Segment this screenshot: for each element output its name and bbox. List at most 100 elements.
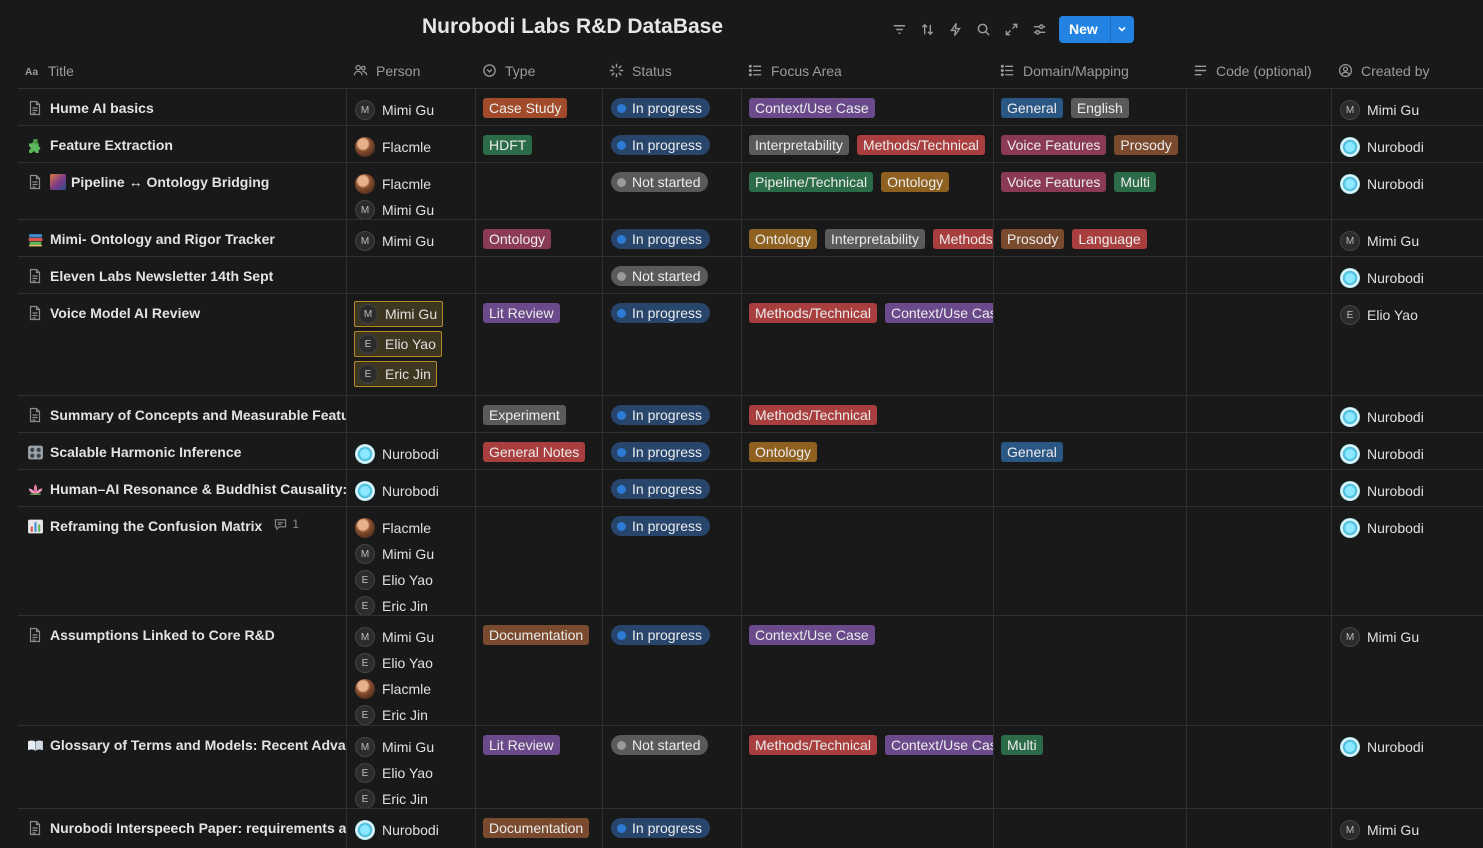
created-by-cell[interactable]: M Mimi Gu	[1331, 809, 1483, 848]
person-chip[interactable]: Nurobodi	[1340, 134, 1483, 160]
status-cell[interactable]: In progress	[602, 89, 741, 125]
created-by-cell[interactable]: Nurobodi	[1331, 433, 1483, 469]
focus-area-cell[interactable]: Ontology	[741, 433, 993, 469]
row-title[interactable]: Human–AI Resonance & Buddhist Causality:…	[50, 480, 346, 498]
status-badge[interactable]: In progress	[611, 479, 711, 499]
person-cell[interactable]: M Mimi Gu	[346, 220, 475, 256]
tag[interactable]: Prosody	[1001, 229, 1065, 249]
domain-mapping-cell[interactable]	[993, 257, 1186, 293]
column-header-domain-mapping[interactable]: Domain/Mapping	[993, 52, 1186, 89]
status-cell[interactable]: In progress	[602, 294, 741, 395]
focus-area-cell[interactable]: Interpretability Methods/Technical	[741, 126, 993, 162]
status-badge[interactable]: In progress	[611, 229, 711, 249]
person-chip[interactable]: E Eric Jin	[355, 593, 475, 615]
tag[interactable]: Pipeline/Technical	[749, 172, 874, 192]
person-chip[interactable]: M Mimi Gu	[1340, 817, 1483, 843]
type-cell[interactable]	[475, 507, 602, 615]
focus-area-cell[interactable]: Pipeline/Technical Ontology	[741, 163, 993, 219]
person-chip[interactable]: M Mimi Gu	[355, 197, 475, 219]
tag[interactable]: Voice Features	[1001, 135, 1107, 155]
column-header-type[interactable]: Type	[475, 52, 602, 89]
person-chip[interactable]: Nurobodi	[1340, 171, 1483, 197]
person-chip[interactable]: M Mimi Gu	[1340, 624, 1483, 650]
person-chip[interactable]: Flacmle	[355, 134, 475, 160]
tag[interactable]: General Notes	[483, 442, 586, 462]
tag[interactable]: Ontology	[749, 229, 818, 249]
person-chip[interactable]: E Elio Yao	[355, 650, 475, 676]
type-cell[interactable]	[475, 163, 602, 219]
code-cell[interactable]	[1186, 616, 1331, 725]
tag[interactable]: Multi	[1001, 735, 1043, 755]
column-header-code-optional[interactable]: Code (optional)	[1186, 52, 1331, 89]
title-cell[interactable]: Feature Extraction	[18, 126, 346, 162]
person-chip[interactable]: Nurobodi	[1340, 404, 1483, 430]
type-cell[interactable]: Ontology	[475, 220, 602, 256]
expand-icon[interactable]	[997, 16, 1025, 42]
focus-area-cell[interactable]: Ontology Interpretability Methods/Technica…	[741, 220, 993, 256]
focus-area-cell[interactable]: Methods/Technical	[741, 396, 993, 432]
tag[interactable]: Lit Review	[483, 735, 560, 755]
status-badge[interactable]: In progress	[611, 98, 711, 118]
code-cell[interactable]	[1186, 257, 1331, 293]
tag[interactable]: Multi	[1114, 172, 1156, 192]
title-cell[interactable]: Summary of Concepts and Measurable Featu…	[18, 396, 346, 432]
domain-mapping-cell[interactable]: Voice Features Prosody	[993, 126, 1186, 162]
domain-mapping-cell[interactable]: Voice Features Multi	[993, 163, 1186, 219]
domain-mapping-cell[interactable]	[993, 470, 1186, 506]
code-cell[interactable]	[1186, 507, 1331, 615]
tag[interactable]: Methods/Technical	[856, 135, 985, 155]
status-cell[interactable]: In progress	[602, 433, 741, 469]
tag[interactable]: Ontology	[881, 172, 950, 192]
row-title[interactable]: Hume AI basics	[50, 99, 154, 117]
type-cell[interactable]: Experiment	[475, 396, 602, 432]
created-by-cell[interactable]: M Mimi Gu	[1331, 616, 1483, 725]
status-badge[interactable]: In progress	[611, 516, 711, 536]
row-title[interactable]: Pipeline ↔ Ontology Bridging	[50, 173, 269, 191]
title-cell[interactable]: Assumptions Linked to Core R&D	[18, 616, 346, 725]
status-cell[interactable]: In progress	[602, 220, 741, 256]
type-cell[interactable]	[475, 470, 602, 506]
person-chip[interactable]: Nurobodi	[355, 441, 475, 467]
focus-area-cell[interactable]	[741, 470, 993, 506]
person-cell[interactable]: Flacmle M Mimi Gu E Elio Yao E Eric Jin	[346, 507, 475, 615]
filter-icon[interactable]	[885, 16, 913, 42]
person-chip[interactable]: Nurobodi	[1340, 515, 1483, 541]
person-chip[interactable]: E Eric Jin	[354, 361, 437, 387]
tag[interactable]: English	[1070, 98, 1129, 118]
created-by-cell[interactable]: Nurobodi	[1331, 163, 1483, 219]
tag[interactable]: Ontology	[483, 229, 552, 249]
status-badge[interactable]: In progress	[611, 818, 711, 838]
tag[interactable]: Context/Use Case	[749, 625, 875, 645]
code-cell[interactable]	[1186, 163, 1331, 219]
created-by-cell[interactable]: Nurobodi	[1331, 470, 1483, 506]
row-title[interactable]: Mimi- Ontology and Rigor Tracker	[50, 230, 275, 248]
focus-area-cell[interactable]	[741, 507, 993, 615]
tag[interactable]: HDFT	[483, 135, 533, 155]
domain-mapping-cell[interactable]: Prosody Language	[993, 220, 1186, 256]
status-badge[interactable]: Not started	[611, 735, 709, 755]
focus-area-cell[interactable]: Context/Use Case	[741, 616, 993, 725]
search-icon[interactable]	[969, 16, 997, 42]
person-cell[interactable]: M Mimi Gu	[346, 89, 475, 125]
code-cell[interactable]	[1186, 809, 1331, 848]
person-chip[interactable]: Flacmle	[355, 515, 475, 541]
person-chip[interactable]: E Elio Yao	[1340, 302, 1483, 328]
status-cell[interactable]: In progress	[602, 616, 741, 725]
type-cell[interactable]: Case Study	[475, 89, 602, 125]
domain-mapping-cell[interactable]: General	[993, 433, 1186, 469]
tag[interactable]: Language	[1072, 229, 1147, 249]
person-cell[interactable]: Flacmle	[346, 126, 475, 162]
person-cell[interactable]	[346, 396, 475, 432]
title-cell[interactable]: Hume AI basics	[18, 89, 346, 125]
code-cell[interactable]	[1186, 294, 1331, 395]
row-title[interactable]: Scalable Harmonic Inference	[50, 443, 241, 461]
status-badge[interactable]: In progress	[611, 625, 711, 645]
column-header-title[interactable]: Aa Title	[18, 52, 346, 89]
person-chip[interactable]: Nurobodi	[1340, 478, 1483, 504]
tag[interactable]: Context/Use Case	[884, 735, 993, 755]
code-cell[interactable]	[1186, 89, 1331, 125]
code-cell[interactable]	[1186, 433, 1331, 469]
person-chip[interactable]: E Elio Yao	[354, 331, 442, 357]
focus-area-cell[interactable]	[741, 257, 993, 293]
column-header-person[interactable]: Person	[346, 52, 475, 89]
